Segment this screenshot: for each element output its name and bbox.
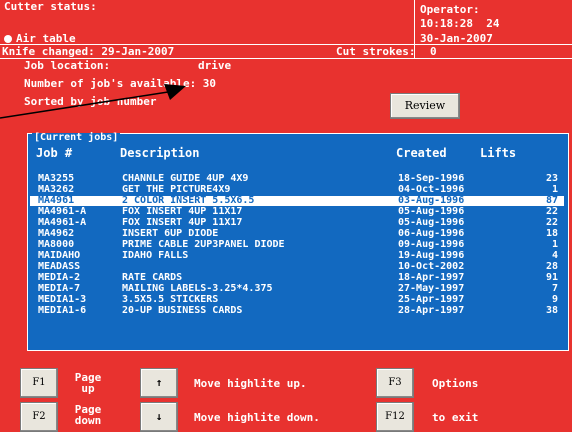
cut-strokes-value: 0 (430, 45, 437, 58)
column-lifts: Lifts (480, 146, 517, 160)
lifts-cell: 23 (545, 173, 558, 184)
f1-key[interactable]: F1 (20, 368, 58, 398)
created-cell: 27-May-1997 (398, 283, 465, 294)
created-cell: 10-Oct-2002 (398, 261, 465, 272)
table-row[interactable]: MEDIA1-6 20-UP BUSINESS CARDS 28-Apr-1997 3… (30, 306, 564, 316)
f12-label: to exit (432, 411, 479, 424)
lifts-cell: 22 (545, 206, 558, 217)
lifts-cell: 28 (545, 261, 558, 272)
lifts-cell: 1 (551, 184, 558, 195)
table-row[interactable]: MA4961-A FOX INSERT 4UP 11X17 05-Aug-1996 2… (30, 218, 564, 228)
cutter-status-label: Cutter status: (4, 0, 97, 13)
review-button[interactable]: Review (390, 93, 460, 119)
created-cell: 05-Aug-1996 (398, 217, 465, 228)
description-cell: INSERT 6UP DIODE (122, 228, 219, 239)
lifts-cell: 1 (551, 239, 558, 250)
operator-time: 10:18:28 24 (420, 17, 500, 30)
up-key-label: Move highlite up. (194, 377, 307, 390)
job-number-cell: MEDIA-2 (38, 272, 81, 283)
table-row[interactable]: MEDIA-7 MAILING LABELS-3.25*4.375 27-May-1… (30, 284, 564, 294)
lifts-cell: 9 (551, 294, 558, 305)
created-cell: 03-Aug-1996 (398, 195, 465, 206)
f3-key[interactable]: F3 (376, 368, 414, 398)
created-cell: 28-Apr-1997 (398, 305, 465, 316)
job-number-cell: MA4961-A (38, 217, 87, 228)
jobs-available: Number of job's available: 30 (24, 77, 217, 90)
table-row[interactable]: MA3255 CHANNLE GUIDE 4UP 4X9 18-Sep-1996 23 (30, 174, 564, 184)
job-number-cell: MEDIA-7 (38, 283, 81, 294)
created-cell: 25-Apr-1997 (398, 294, 465, 305)
table-row[interactable]: MA8000 PRIME CABLE 2UP3PANEL DIODE 09-Aug-… (30, 240, 564, 250)
table-row[interactable]: MEDIA-2 RATE CARDS 18-Apr-1997 91 (30, 273, 564, 283)
f1-label: Page up (74, 371, 102, 395)
description-cell: GET THE PICTURE4X9 (122, 184, 231, 195)
column-job-number: Job # (36, 146, 73, 160)
table-row[interactable]: MAIDAHO IDAHO FALLS 19-Aug-1996 4 (30, 251, 564, 261)
f2-label: Page down (74, 403, 102, 427)
job-number-cell: MEADASS (38, 261, 81, 272)
air-table-indicator-icon (4, 35, 12, 43)
strokes-divider (414, 44, 415, 58)
job-number-cell: MEDIA1-3 (38, 294, 87, 305)
lifts-cell: 87 (545, 195, 558, 206)
created-cell: 06-Aug-1996 (398, 228, 465, 239)
lifts-cell: 38 (545, 305, 558, 316)
lifts-cell: 4 (551, 250, 558, 261)
table-row[interactable]: MA4961 2 COLOR INSERT 5.5X6.5 03-Aug-1996 8… (30, 196, 564, 206)
table-row[interactable]: MEADASS 10-Oct-2002 28 (30, 262, 564, 272)
up-arrow-key[interactable]: ↑ (140, 368, 178, 398)
job-number-cell: MA4961 (38, 195, 75, 206)
down-arrow-key[interactable]: ↓ (140, 402, 178, 432)
created-cell: 18-Apr-1997 (398, 272, 465, 283)
description-cell: FOX INSERT 4UP 11X17 (122, 206, 243, 217)
description-cell: CHANNLE GUIDE 4UP 4X9 (122, 173, 249, 184)
column-description: Description (120, 146, 200, 160)
created-cell: 09-Aug-1996 (398, 239, 465, 250)
lifts-cell: 18 (545, 228, 558, 239)
description-cell: MAILING LABELS-3.25*4.375 (122, 283, 273, 294)
lifts-cell: 7 (551, 283, 558, 294)
job-number-cell: MA8000 (38, 239, 75, 250)
table-row[interactable]: MA4962 INSERT 6UP DIODE 06-Aug-1996 18 (30, 229, 564, 239)
table-row[interactable]: MA4961-A FOX INSERT 4UP 11X17 05-Aug-1996 2… (30, 207, 564, 217)
knife-changed: Knife changed: 29-Jan-2007 (2, 45, 175, 58)
job-number-cell: MAIDAHO (38, 250, 81, 261)
created-cell: 05-Aug-1996 (398, 206, 465, 217)
job-location-label: Job location: (24, 59, 117, 72)
sorted-by: Sorted by job number (24, 95, 157, 108)
description-cell: RATE CARDS (122, 272, 183, 283)
f3-label: Options (432, 377, 479, 390)
description-cell: PRIME CABLE 2UP3PANEL DIODE (122, 239, 285, 250)
cutter-screen: Cutter status: Air table Operator: 10:18… (0, 0, 572, 432)
job-number-cell: MA3255 (38, 173, 75, 184)
job-number-cell: MA3262 (38, 184, 75, 195)
job-location-value: drive (198, 59, 232, 72)
lifts-cell: 22 (545, 217, 558, 228)
description-cell: 2 COLOR INSERT 5.5X6.5 (122, 195, 255, 206)
cut-strokes-label: Cut strokes: (336, 45, 416, 58)
current-jobs-title: [Current jobs] (32, 132, 121, 143)
job-number-cell: MEDIA1-6 (38, 305, 87, 316)
table-row[interactable]: MEDIA1-3 3.5X5.5 STICKERS 25-Apr-1997 9 (30, 295, 564, 305)
description-cell: 3.5X5.5 STICKERS (122, 294, 219, 305)
description-cell: FOX INSERT 4UP 11X17 (122, 217, 243, 228)
f12-key[interactable]: F12 (376, 402, 414, 432)
job-number-cell: MA4962 (38, 228, 75, 239)
job-number-cell: MA4961-A (38, 206, 87, 217)
column-created: Created (396, 146, 447, 160)
current-jobs-panel: [Current jobs] Job # Description Created… (27, 133, 569, 351)
table-row[interactable]: MA3262 GET THE PICTURE4X9 04-Oct-1996 1 (30, 185, 564, 195)
operator-divider (414, 0, 415, 44)
created-cell: 19-Aug-1996 (398, 250, 465, 261)
down-key-label: Move highlite down. (194, 411, 320, 424)
created-cell: 04-Oct-1996 (398, 184, 465, 195)
lifts-cell: 91 (545, 272, 558, 283)
f2-key[interactable]: F2 (20, 402, 58, 432)
description-cell: 20-UP BUSINESS CARDS (122, 305, 243, 316)
description-cell: IDAHO FALLS (122, 250, 189, 261)
created-cell: 18-Sep-1996 (398, 173, 465, 184)
operator-label: Operator: (420, 3, 480, 16)
